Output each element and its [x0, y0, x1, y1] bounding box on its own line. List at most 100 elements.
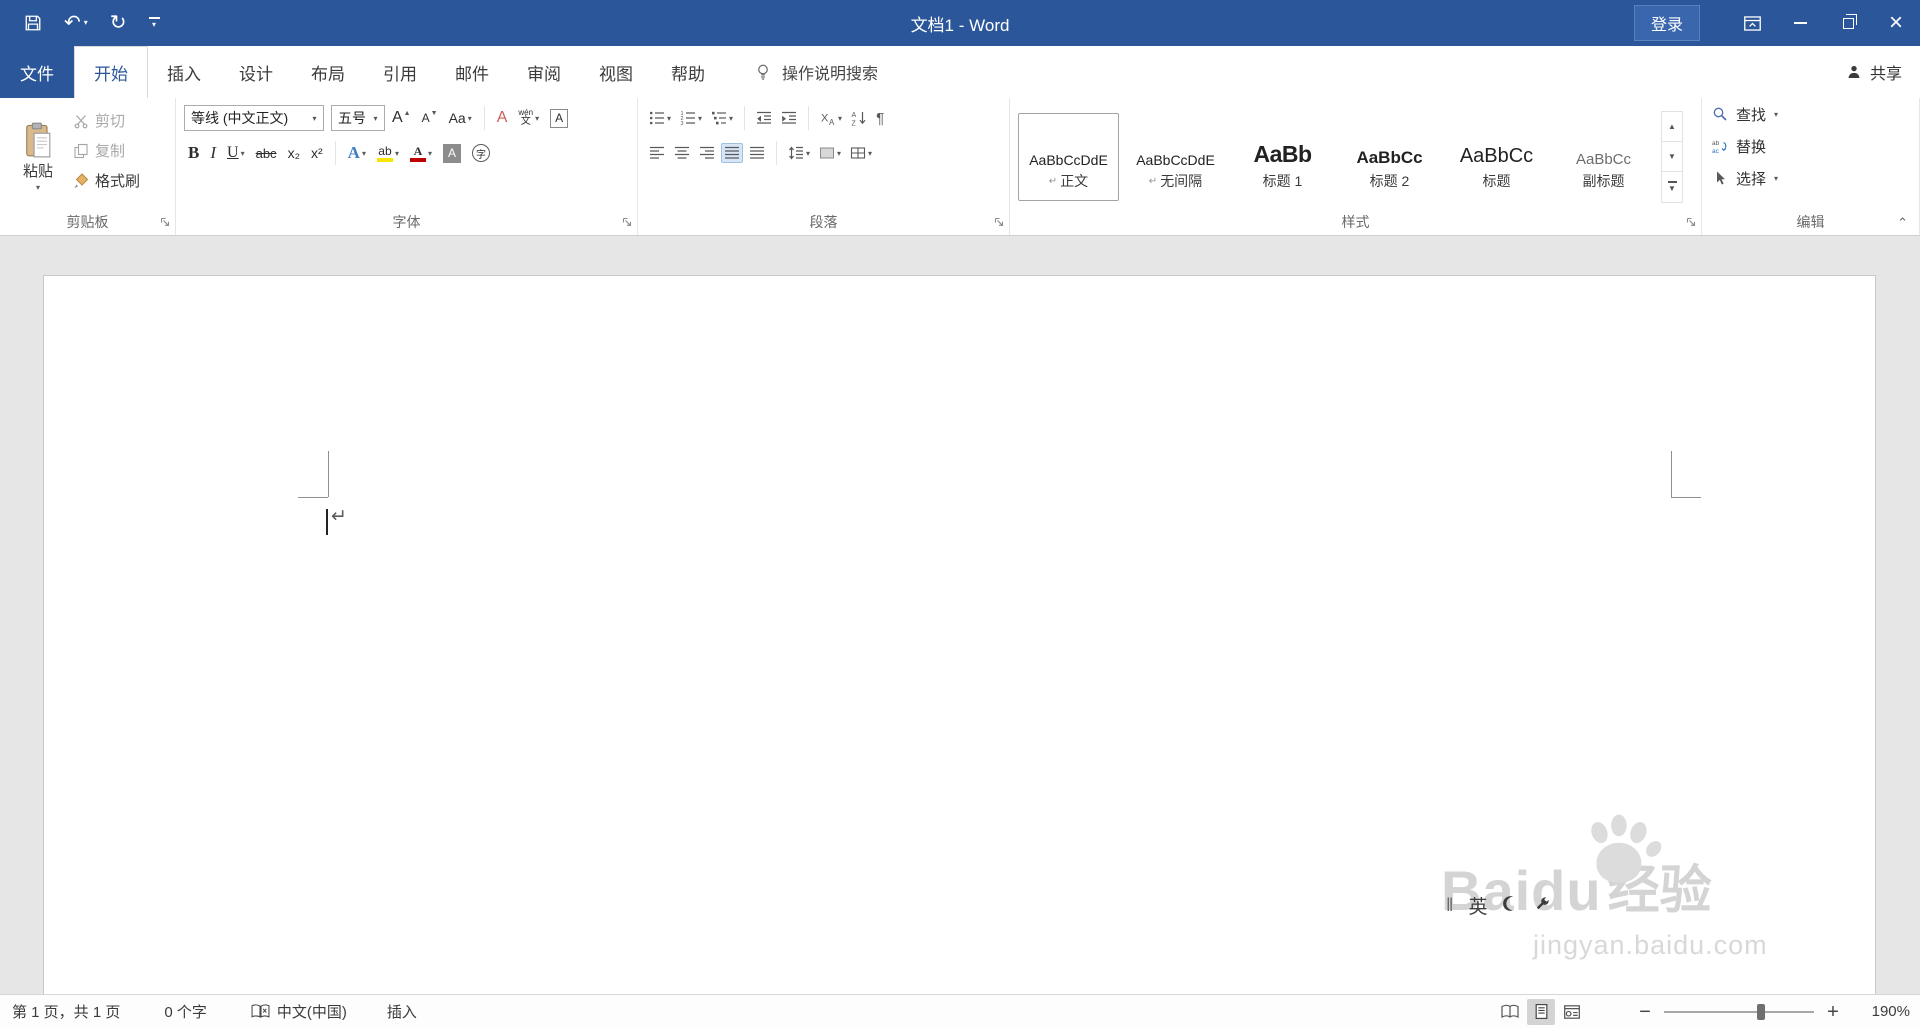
styles-dialog-launcher[interactable]: [1685, 216, 1697, 228]
font-size-combo[interactable]: 五号 ▾: [331, 105, 385, 131]
tab-review[interactable]: 审阅: [508, 46, 580, 98]
save-button[interactable]: [24, 14, 42, 32]
paragraph-dialog-launcher[interactable]: [993, 216, 1005, 228]
zoom-out-button[interactable]: −: [1634, 1002, 1656, 1022]
distribute-button[interactable]: [746, 143, 768, 163]
style-subtitle[interactable]: AaBbCc 副标题: [1553, 113, 1654, 201]
tell-me-search[interactable]: 操作说明搜索: [754, 46, 878, 98]
find-button[interactable]: 查找 ▾: [1712, 101, 1911, 127]
tab-design[interactable]: 设计: [220, 46, 292, 98]
style-normal[interactable]: AaBbCcDdE ↵ 正文: [1018, 112, 1119, 201]
font-color-button[interactable]: A ▾: [406, 144, 436, 163]
increase-indent-button[interactable]: [778, 108, 800, 128]
character-shading-button[interactable]: A: [439, 143, 465, 164]
character-border-button[interactable]: A: [546, 108, 572, 129]
ime-settings-button[interactable]: [1534, 895, 1551, 917]
phonetic-guide-button[interactable]: wén 文 ▾: [514, 108, 543, 128]
align-left-button[interactable]: [646, 143, 668, 163]
align-right-button[interactable]: [696, 143, 718, 163]
style-heading-1[interactable]: AaBb 标题 1: [1232, 113, 1333, 201]
paste-button[interactable]: 粘贴 ▾: [8, 104, 68, 209]
enclose-characters-button[interactable]: 字: [468, 143, 494, 163]
drag-handle-icon[interactable]: ‖: [1446, 895, 1453, 916]
tab-layout[interactable]: 布局: [292, 46, 364, 98]
change-case-button[interactable]: Aa ▾: [445, 109, 476, 127]
document-page[interactable]: ↵ Baidu 经验 jingyan.baidu.com: [43, 275, 1876, 994]
numbering-button[interactable]: 1 2 3 ▾: [677, 108, 705, 128]
cut-button[interactable]: 剪切: [73, 107, 140, 134]
tab-insert[interactable]: 插入: [148, 46, 220, 98]
redo-button[interactable]: ↻: [110, 13, 127, 33]
sort-button[interactable]: A Z: [848, 108, 870, 128]
subscript-button[interactable]: x₂: [284, 144, 304, 162]
tab-view[interactable]: 视图: [580, 46, 652, 98]
style-heading-2[interactable]: AaBbCc 标题 2: [1339, 113, 1440, 201]
dropdown-arrow-icon: ▾: [729, 113, 734, 123]
line-spacing-button[interactable]: ▾: [785, 143, 813, 163]
clear-formatting-button[interactable]: A: [493, 108, 512, 128]
zoom-in-button[interactable]: +: [1822, 1002, 1844, 1022]
text-effects-button[interactable]: A ▾: [344, 142, 370, 164]
font-dialog-launcher[interactable]: [621, 216, 633, 228]
restore-button[interactable]: [1824, 0, 1872, 46]
share-button[interactable]: 共享: [1846, 46, 1902, 98]
style-no-spacing[interactable]: AaBbCcDdE ↵ 无间隔: [1125, 113, 1226, 201]
multilevel-list-button[interactable]: ▾: [708, 108, 736, 128]
plus-icon: +: [1827, 1000, 1839, 1023]
decrease-indent-button[interactable]: [753, 108, 775, 128]
asian-layout-button[interactable]: XA ▾: [817, 108, 845, 128]
borders-button[interactable]: ▾: [847, 143, 875, 163]
replace-button[interactable]: ab ac 替换: [1712, 133, 1911, 159]
styles-scroll-up-button[interactable]: ▲: [1662, 112, 1682, 142]
zoom-slider-thumb[interactable]: [1757, 1003, 1765, 1020]
clipboard-dialog-launcher[interactable]: [159, 216, 171, 228]
style-preview: AaBbCcDdE: [1029, 152, 1108, 168]
style-title[interactable]: AaBbCc 标题: [1446, 113, 1547, 201]
bullets-button[interactable]: ▾: [646, 108, 674, 128]
highlight-button[interactable]: ab ▾: [373, 144, 403, 163]
underline-button[interactable]: U ▾: [223, 143, 249, 163]
decrease-indent-icon: [757, 111, 772, 124]
styles-gallery-more-button[interactable]: ▼: [1662, 172, 1682, 201]
zoom-level-indicator[interactable]: 190%: [1856, 1003, 1910, 1020]
italic-button[interactable]: I: [206, 142, 220, 164]
read-mode-button[interactable]: [1496, 999, 1524, 1025]
web-layout-button[interactable]: [1558, 999, 1586, 1025]
collapse-ribbon-button[interactable]: ⌃: [1897, 216, 1908, 229]
grow-font-button[interactable]: A ▲: [388, 108, 415, 128]
tab-references[interactable]: 引用: [364, 46, 436, 98]
fullwidth-toggle[interactable]: [1502, 895, 1519, 917]
show-hide-marks-button[interactable]: ¶: [873, 109, 887, 128]
zoom-slider[interactable]: [1664, 1003, 1814, 1020]
language-indicator[interactable]: 中文(中国): [251, 1001, 347, 1022]
tab-help[interactable]: 帮助: [652, 46, 724, 98]
strikethrough-button[interactable]: abc: [252, 145, 281, 162]
dropdown-arrow-icon: ▾: [838, 113, 843, 123]
page-number-indicator[interactable]: 第 1 页，共 1 页: [12, 1001, 120, 1022]
format-painter-button[interactable]: 格式刷: [73, 167, 140, 194]
shrink-font-button[interactable]: A ▼: [418, 110, 442, 126]
sign-in-button[interactable]: 登录: [1633, 5, 1700, 41]
print-layout-button[interactable]: [1527, 998, 1555, 1025]
customize-quick-access-button[interactable]: ▾: [148, 17, 160, 29]
tab-mailings[interactable]: 邮件: [436, 46, 508, 98]
minimize-button[interactable]: [1776, 0, 1824, 46]
bold-button[interactable]: B: [184, 142, 203, 164]
shading-button[interactable]: ▾: [816, 143, 844, 163]
ime-mode-toggle[interactable]: 英: [1468, 892, 1487, 919]
style-name: 正文: [1060, 173, 1089, 189]
undo-button[interactable]: ↶ ▾: [64, 13, 88, 33]
tab-file[interactable]: 文件: [0, 46, 74, 98]
align-center-button[interactable]: [671, 143, 693, 163]
word-count-indicator[interactable]: 0 个字: [164, 1001, 207, 1022]
justify-button[interactable]: [721, 143, 743, 163]
insert-mode-indicator[interactable]: 插入: [387, 1001, 417, 1022]
close-button[interactable]: ×: [1872, 0, 1920, 46]
ribbon-display-options-button[interactable]: [1728, 0, 1776, 46]
superscript-button[interactable]: x²: [307, 144, 327, 162]
select-button[interactable]: 选择 ▾: [1712, 165, 1911, 191]
styles-scroll-down-button[interactable]: ▼: [1662, 142, 1682, 173]
tab-home[interactable]: 开始: [74, 46, 148, 98]
copy-button[interactable]: 复制: [73, 137, 140, 164]
font-name-combo[interactable]: 等线 (中文正文) ▾: [184, 105, 324, 131]
